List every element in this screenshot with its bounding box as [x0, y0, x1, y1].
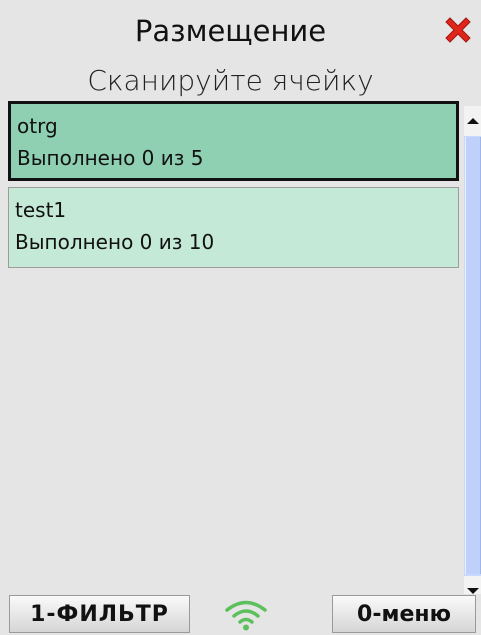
close-button[interactable]: [438, 10, 478, 50]
close-icon: [445, 17, 471, 43]
list-item[interactable]: otrg Выполнено 0 из 5: [8, 101, 459, 181]
list-item-name: test1: [15, 198, 67, 222]
scrollbar[interactable]: [464, 106, 481, 606]
wifi-signal-icon: [225, 600, 267, 631]
scroll-up-arrow-icon: [466, 118, 479, 124]
list-item-name: otrg: [17, 114, 58, 138]
filter-button[interactable]: 1-ФИЛЬТР: [9, 595, 190, 633]
scan-prompt: Сканируйте ячейку: [87, 64, 374, 97]
menu-button[interactable]: 0-меню: [332, 595, 476, 633]
header: Размещение Сканируйте ячейку: [0, 0, 481, 97]
task-list: otrg Выполнено 0 из 5 test1 Выполнено 0 …: [8, 101, 459, 591]
page-title: Размещение: [134, 14, 327, 48]
list-item-status: Выполнено 0 из 10: [15, 230, 215, 254]
scroll-thumb[interactable]: [465, 137, 481, 574]
footer-toolbar: 1-ФИЛЬТР 0-меню: [0, 594, 481, 635]
list-item-status: Выполнено 0 из 5: [17, 146, 204, 170]
list-item[interactable]: test1 Выполнено 0 из 10: [8, 187, 459, 268]
scroll-up-button[interactable]: [464, 106, 481, 136]
